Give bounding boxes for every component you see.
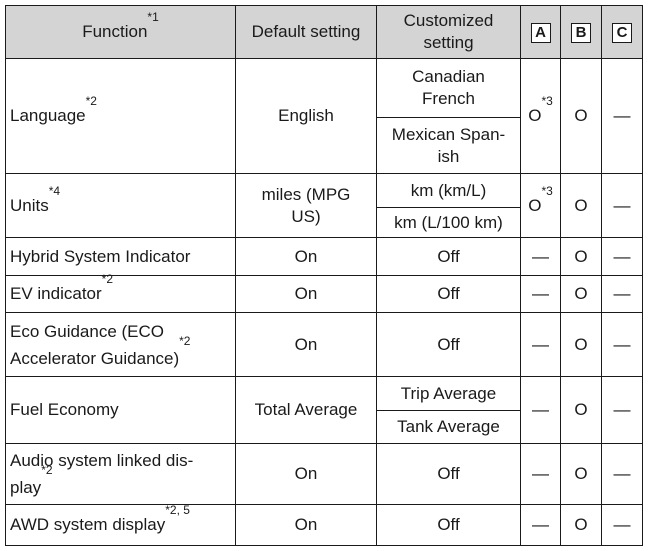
header-row: Function*1 Default setting Customized se… xyxy=(5,5,643,59)
availability-mark: O xyxy=(528,106,542,125)
col-c-cell: — xyxy=(601,275,643,313)
customized-cell: km (km/L) xyxy=(376,173,521,208)
col-c-cell: — xyxy=(601,504,643,546)
col-c-cell: — xyxy=(601,173,643,238)
col-b-cell: O xyxy=(560,504,602,546)
footnote-marker: *1 xyxy=(147,10,159,24)
col-a-cell: O*3 xyxy=(520,58,561,174)
customized-cell: Off xyxy=(376,275,521,313)
settings-table: Function*1 Default setting Customized se… xyxy=(5,5,643,546)
default-cell: On xyxy=(235,275,377,313)
col-c-cell: — xyxy=(601,58,643,174)
function-cell: Hybrid System Indicator xyxy=(5,237,236,276)
customized-cell: Off xyxy=(376,312,521,377)
header-function: Function*1 xyxy=(5,5,236,59)
function-label: Language xyxy=(10,106,86,125)
availability-mark: O xyxy=(528,195,542,215)
function-cell: Audio system linked dis-play*2 xyxy=(5,443,236,505)
col-a-cell: — xyxy=(520,275,561,313)
col-a-cell: — xyxy=(520,443,561,505)
table-row: AWD system display*2, 5 On Off — O — xyxy=(5,503,643,546)
footnote-marker: *3 xyxy=(541,183,553,198)
function-cell: EV indicator*2 xyxy=(5,273,236,313)
function-cell: Language*2 xyxy=(5,58,236,174)
function-label: Eco Guidance (ECO Accelerator Guidance) xyxy=(10,321,180,368)
footnote-marker: *2, 5 xyxy=(165,503,190,517)
function-label: Audio system linked dis-play xyxy=(10,451,194,497)
col-b-cell: O xyxy=(560,237,602,276)
customized-cell: Mexican Span-ish xyxy=(376,117,521,174)
default-cell: English xyxy=(235,58,377,174)
function-cell: Units*4 xyxy=(5,173,236,238)
table-row: Fuel Economy Total Average Trip Average … xyxy=(5,376,643,444)
header-default: Default setting xyxy=(235,5,377,59)
table-row: Audio system linked dis-play*2 On Off — … xyxy=(5,443,643,505)
header-customized: Customized setting xyxy=(376,5,521,59)
function-label: Units xyxy=(10,195,49,215)
customized-cell: Trip Average xyxy=(376,376,521,411)
col-a-cell: — xyxy=(520,237,561,276)
default-cell: On xyxy=(235,504,377,546)
function-label: Fuel Economy xyxy=(10,400,119,419)
function-label: Hybrid System Indicator xyxy=(10,246,191,266)
customized-cell: Off xyxy=(376,504,521,546)
customized-cell: Off xyxy=(376,443,521,505)
col-a-cell: O*3 xyxy=(520,173,561,238)
footnote-marker: *2 xyxy=(41,463,53,477)
function-cell: Fuel Economy xyxy=(5,376,236,444)
table-row: Eco Guidance (ECO Accelerator Guidance)*… xyxy=(5,312,643,377)
header-col-a: A xyxy=(520,5,561,59)
header-col-b: B xyxy=(560,5,602,59)
footnote-marker: *2 xyxy=(85,94,97,108)
header-function-label: Function xyxy=(82,22,148,41)
function-label: EV indicator xyxy=(10,284,102,303)
function-cell: Eco Guidance (ECO Accelerator Guidance)*… xyxy=(5,312,236,377)
col-c-cell: — xyxy=(601,443,643,505)
boxed-label-a: A xyxy=(530,23,551,43)
col-a-cell: — xyxy=(520,504,561,546)
default-cell: On xyxy=(235,443,377,505)
col-b-cell: O xyxy=(560,312,602,377)
table-row: EV indicator*2 On Off — O — xyxy=(5,273,643,313)
col-c-cell: — xyxy=(601,376,643,444)
col-b-cell: O xyxy=(560,275,602,313)
col-b-cell: O xyxy=(560,58,602,174)
col-a-cell: — xyxy=(520,376,561,444)
table-row: Units*4 miles (MPG US) km (km/L) O*3 O — xyxy=(5,173,643,238)
boxed-label-c: C xyxy=(612,23,632,43)
default-cell: On xyxy=(235,237,377,276)
default-cell: On xyxy=(235,312,377,377)
default-cell: Total Average xyxy=(235,376,377,444)
footnote-marker: *4 xyxy=(48,183,61,198)
col-b-cell: O xyxy=(560,443,602,505)
function-cell: AWD system display*2, 5 xyxy=(5,503,236,546)
footnote-marker: *2 xyxy=(179,333,191,348)
default-cell: miles (MPG US) xyxy=(235,173,377,238)
header-col-c: C xyxy=(601,5,643,59)
customized-cell: Canadian French xyxy=(376,58,521,118)
col-c-cell: — xyxy=(601,312,643,377)
customized-cell: Off xyxy=(376,237,521,276)
customized-cell: km (L/100 km) xyxy=(376,207,521,238)
col-a-cell: — xyxy=(520,312,561,377)
footnote-marker: *3 xyxy=(541,94,553,108)
col-b-cell: O xyxy=(560,173,602,238)
customized-cell: Tank Average xyxy=(376,410,521,444)
table-row: Hybrid System Indicator On Off — O — xyxy=(5,237,643,276)
boxed-label-b: B xyxy=(571,23,591,43)
footnote-marker: *2 xyxy=(101,272,114,286)
col-c-cell: — xyxy=(601,237,643,276)
function-label: AWD system display xyxy=(10,515,166,534)
table-row: Language*2 English Canadian French O*3 O… xyxy=(5,58,643,174)
col-b-cell: O xyxy=(560,376,602,444)
